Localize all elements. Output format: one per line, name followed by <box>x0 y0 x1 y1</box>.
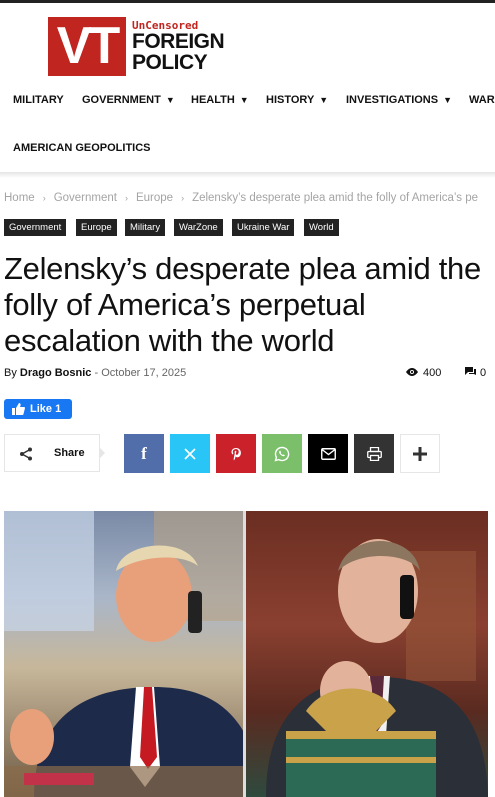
author-link[interactable]: Drago Bosnic <box>20 367 92 379</box>
share-button[interactable]: Share <box>4 434 100 472</box>
share-arrow <box>99 447 105 459</box>
nav-label: INVESTIGATIONS <box>346 94 439 106</box>
facebook-like-button[interactable]: Like 1 <box>4 399 72 419</box>
breadcrumb-separator-icon: › <box>181 193 185 203</box>
facebook-share-button[interactable]: f <box>124 434 164 473</box>
plus-icon <box>413 446 427 461</box>
facebook-icon: f <box>141 443 147 463</box>
tag-government[interactable]: Government <box>4 219 67 236</box>
print-share-button[interactable] <box>354 434 394 473</box>
facebook-like-label: Like 1 <box>30 403 62 415</box>
featured-image-right <box>246 511 488 797</box>
share-label: Share <box>54 447 85 459</box>
comments-count[interactable]: 0 <box>465 367 486 379</box>
article-title: Zelensky’s desperate plea amid the folly… <box>4 251 481 358</box>
by-label: By <box>4 367 17 379</box>
email-share-button[interactable] <box>308 434 348 473</box>
whatsapp-icon <box>274 446 290 462</box>
nav-label: AMERICAN GEOPOLITICS <box>13 142 151 154</box>
comments-value: 0 <box>480 367 487 379</box>
nav-item-military[interactable]: MILITARY <box>13 94 64 106</box>
views-count: 400 <box>405 367 441 379</box>
breadcrumb: Home › Government › Europe › Zelensky’s desper… <box>4 192 495 204</box>
pinterest-share-button[interactable] <box>216 434 256 473</box>
featured-image-left <box>4 511 264 797</box>
x-share-button[interactable] <box>170 434 210 473</box>
photo-trump-illustration <box>4 511 264 797</box>
nav-item-health[interactable]: HEALTH ▼ <box>191 94 249 106</box>
date-separator: - <box>94 367 99 379</box>
nav-divider <box>0 172 495 178</box>
breadcrumb-home[interactable]: Home <box>4 192 35 204</box>
featured-image <box>4 511 488 797</box>
nav-item-american-geopolitics[interactable]: AMERICAN GEOPOLITICS <box>13 142 151 154</box>
logo-name: FOREIGN POLICY <box>132 30 225 74</box>
print-icon <box>366 446 382 461</box>
chevron-down-icon: ▼ <box>165 95 175 105</box>
chevron-down-icon: ▼ <box>239 95 249 105</box>
breadcrumb-current: Zelensky’s desperate plea amid the folly… <box>192 192 479 204</box>
top-border <box>0 0 495 3</box>
byline: By Drago Bosnic - October 17, 2025 <box>4 367 186 379</box>
comment-icon <box>465 367 476 375</box>
nav-label: HISTORY <box>266 94 315 106</box>
site-logo[interactable]: VT UnCensored FOREIGN POLICY <box>48 17 230 76</box>
nav-item-investigations[interactable]: INVESTIGATIONS ▼ <box>346 94 452 106</box>
nav-label: HEALTH <box>191 94 235 106</box>
tag-ukraine-war[interactable]: Ukraine War <box>232 219 295 236</box>
eye-icon <box>406 368 418 376</box>
tag-military[interactable]: Military <box>125 219 166 236</box>
nav-label: WAR <box>469 94 495 106</box>
share-icon <box>20 447 32 461</box>
chevron-down-icon: ▼ <box>443 95 453 105</box>
nav-label: GOVERNMENT <box>82 94 161 106</box>
tag-world[interactable]: World <box>304 219 339 236</box>
nav-item-government[interactable]: GOVERNMENT ▼ <box>82 94 175 106</box>
x-icon <box>184 447 196 460</box>
logo-mark: VT <box>48 17 126 76</box>
more-share-button[interactable] <box>400 434 440 473</box>
logo-name-line2: POLICY <box>132 51 208 74</box>
email-icon <box>320 447 336 460</box>
tag-europe[interactable]: Europe <box>76 219 117 236</box>
main-nav: MILITARY GOVERNMENT ▼ HEALTH ▼ HISTORY ▼ IN… <box>0 86 495 170</box>
logo-name-line1: FOREIGN <box>132 30 225 53</box>
publish-date: October 17, 2025 <box>101 367 187 379</box>
nav-item-war[interactable]: WAR <box>469 94 495 106</box>
breadcrumb-government[interactable]: Government <box>54 192 117 204</box>
photo-putin-illustration <box>266 539 488 797</box>
thumbs-up-icon <box>12 403 25 415</box>
tag-warzone[interactable]: WarZone <box>174 219 223 236</box>
views-value: 400 <box>423 367 442 379</box>
breadcrumb-europe[interactable]: Europe <box>136 192 173 204</box>
nav-label: MILITARY <box>13 94 64 106</box>
whatsapp-share-button[interactable] <box>262 434 302 473</box>
breadcrumb-separator-icon: › <box>42 193 46 203</box>
chevron-down-icon: ▼ <box>319 95 329 105</box>
breadcrumb-separator-icon: › <box>124 193 128 203</box>
pinterest-icon <box>231 447 241 460</box>
nav-item-history[interactable]: HISTORY ▼ <box>266 94 328 106</box>
